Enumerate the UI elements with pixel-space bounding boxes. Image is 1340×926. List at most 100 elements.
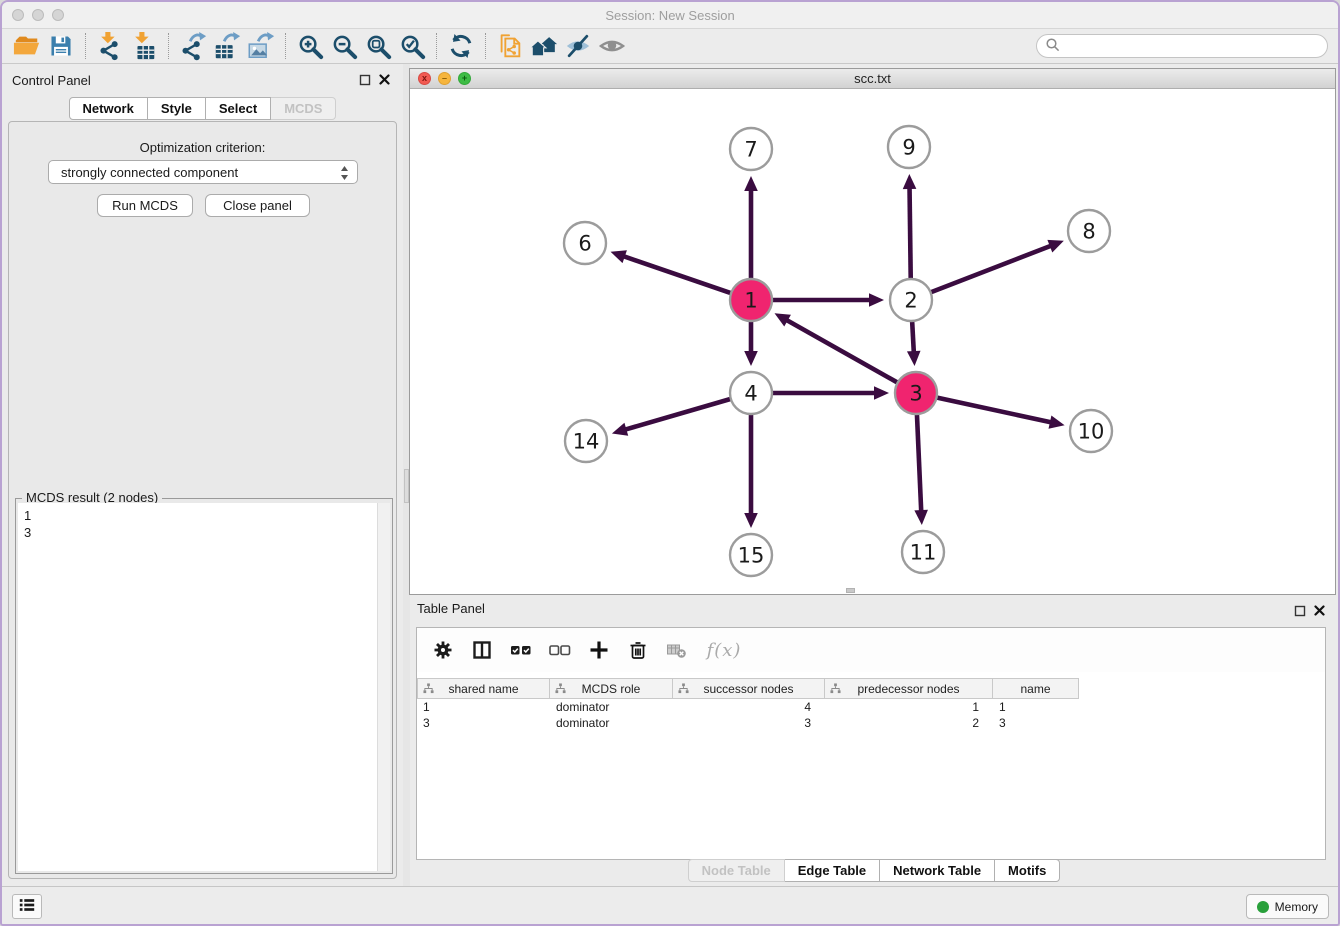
close-table-panel-icon[interactable] (1313, 604, 1326, 617)
column-header-MCDS-role[interactable]: MCDS role (550, 678, 673, 699)
graph-edge-4-3[interactable] (772, 386, 889, 400)
table-row[interactable]: 1dominator411 (417, 699, 1325, 715)
graph-node-11[interactable]: 11 (902, 531, 944, 573)
graph-node-9[interactable]: 9 (888, 126, 930, 168)
close-panel-button[interactable]: Close panel (205, 194, 310, 217)
column-header-name[interactable]: name (993, 678, 1079, 699)
show-details-icon[interactable] (595, 31, 629, 61)
import-table-icon[interactable] (127, 31, 161, 61)
network-canvas[interactable]: 7 9 6 8 1 2 4 3 14 10 15 11 (410, 89, 1335, 594)
graph-edge-1-6[interactable] (611, 250, 732, 293)
result-scrollbar[interactable] (377, 503, 390, 871)
graph-edge-1-7[interactable] (744, 176, 758, 279)
float-table-panel-icon[interactable] (1293, 604, 1306, 617)
tab-mcds[interactable]: MCDS (271, 97, 336, 120)
network-overview-icon[interactable] (527, 31, 561, 61)
export-network-icon[interactable] (176, 31, 210, 61)
import-network-icon[interactable] (93, 31, 127, 61)
graph-node-4[interactable]: 4 (730, 372, 772, 414)
network-view-window: x – + scc.txt 7968124314101511 (409, 68, 1336, 595)
zoom-in-icon[interactable] (293, 31, 327, 61)
graph-node-14[interactable]: 14 (565, 420, 607, 462)
graph-edge-3-1[interactable] (775, 313, 898, 382)
graph-node-7[interactable]: 7 (730, 128, 772, 170)
memory-button[interactable]: Memory (1246, 894, 1329, 919)
refresh-layout-icon[interactable] (444, 31, 478, 61)
tree-icon (555, 683, 566, 697)
graph-canvas: 7 9 6 8 1 2 4 3 14 10 15 11 (410, 89, 1335, 594)
clone-network-icon[interactable] (493, 31, 527, 61)
search-field[interactable] (1036, 34, 1328, 58)
save-icon[interactable] (44, 31, 78, 61)
tab-motifs[interactable]: Motifs (995, 859, 1060, 882)
graph-edge-2-8[interactable] (931, 240, 1064, 293)
select-all-icon[interactable] (509, 638, 533, 662)
column-header-shared-name[interactable]: shared name (417, 678, 550, 699)
tab-style[interactable]: Style (148, 97, 206, 120)
open-icon[interactable] (10, 31, 44, 61)
tab-select[interactable]: Select (206, 97, 271, 120)
tab-network[interactable]: Network (69, 97, 148, 120)
graph-edge-4-14[interactable] (612, 399, 731, 436)
graph-edge-2-3[interactable] (907, 321, 921, 366)
close-panel-icon[interactable] (378, 73, 391, 86)
criterion-select[interactable]: strongly connected component (48, 160, 358, 184)
zoom-fit-icon[interactable] (361, 31, 395, 61)
export-table-icon[interactable] (210, 31, 244, 61)
memory-label: Memory (1275, 900, 1318, 914)
tab-edge-table[interactable]: Edge Table (785, 859, 880, 882)
add-icon[interactable] (587, 638, 611, 662)
column-header-successor-nodes[interactable]: successor nodes (673, 678, 825, 699)
table-cell: 4 (673, 699, 825, 715)
table-row[interactable]: 3dominator323 (417, 715, 1325, 731)
delete-table-icon[interactable] (665, 638, 689, 662)
search-input[interactable] (1061, 38, 1319, 54)
column-header-predecessor-nodes[interactable]: predecessor nodes (825, 678, 993, 699)
table-cell: 3 (417, 715, 550, 731)
tab-node-table[interactable]: Node Table (688, 859, 785, 882)
table-cell: 1 (825, 699, 993, 715)
graph-edge-2-9[interactable] (903, 174, 917, 279)
control-panel: Control Panel NetworkStyleSelectMCDS Opt… (2, 64, 403, 886)
graph-node-15[interactable]: 15 (730, 534, 772, 576)
graph-edge-4-15[interactable] (744, 414, 758, 528)
table-cell: 2 (825, 715, 993, 731)
memory-status-icon (1257, 901, 1269, 913)
task-history-button[interactable] (12, 894, 42, 919)
graph-edge-3-11[interactable] (914, 414, 928, 525)
svg-text:8: 8 (1082, 219, 1095, 243)
table-body: 1dominator4113dominator323 (417, 699, 1325, 731)
gear-icon[interactable] (431, 638, 455, 662)
svg-text:10: 10 (1078, 419, 1105, 443)
function-builder-icon[interactable]: f(x) (704, 638, 744, 662)
network-window-title: scc.txt (410, 69, 1335, 89)
graph-edge-1-2[interactable] (772, 293, 884, 307)
graph-edge-1-4[interactable] (744, 321, 758, 366)
graph-node-1[interactable]: 1 (730, 279, 772, 321)
graph-node-2[interactable]: 2 (890, 279, 932, 321)
deselect-all-icon[interactable] (548, 638, 572, 662)
canvas-hscroll-thumb[interactable] (846, 588, 855, 593)
export-image-icon[interactable] (244, 31, 278, 61)
run-mcds-button[interactable]: Run MCDS (97, 194, 193, 217)
svg-text:11: 11 (910, 540, 937, 564)
toolbar-separator (436, 33, 437, 59)
hide-details-icon[interactable] (561, 31, 595, 61)
control-panel-title: Control Panel (12, 73, 91, 88)
graph-edge-3-10[interactable] (937, 397, 1065, 428)
tab-network-table[interactable]: Network Table (880, 859, 995, 882)
delete-icon[interactable] (626, 638, 650, 662)
table-cell: 1 (417, 699, 550, 715)
svg-text:9: 9 (902, 135, 915, 159)
mcds-result-textarea[interactable]: 13 (18, 503, 377, 871)
zoom-out-icon[interactable] (327, 31, 361, 61)
graph-node-6[interactable]: 6 (564, 222, 606, 264)
graph-node-8[interactable]: 8 (1068, 210, 1110, 252)
float-panel-icon[interactable] (358, 73, 371, 86)
column-split-icon[interactable] (470, 638, 494, 662)
graph-node-3[interactable]: 3 (895, 372, 937, 414)
table-cell: 3 (673, 715, 825, 731)
svg-text:6: 6 (578, 231, 591, 255)
zoom-selected-icon[interactable] (395, 31, 429, 61)
graph-node-10[interactable]: 10 (1070, 410, 1112, 452)
